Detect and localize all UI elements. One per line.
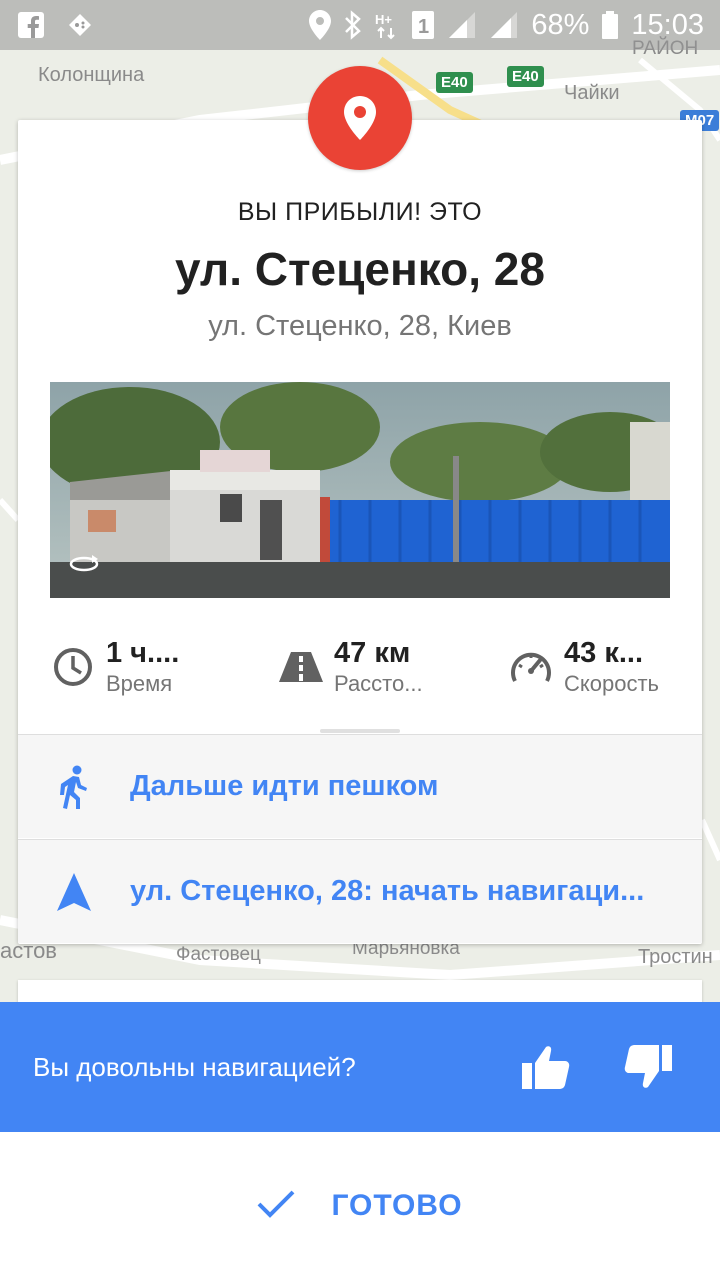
bluetooth-icon (343, 10, 363, 40)
status-bar: H+ 1 68% 15:03 (0, 0, 720, 50)
sim-badge-icon: 1 (411, 10, 435, 40)
stat-time: 1 ч.... Время (50, 636, 179, 698)
stat-speed-label: Скорость (564, 671, 660, 696)
stat-distance-value: 47 км (334, 637, 411, 669)
svg-text:1: 1 (418, 16, 429, 38)
facebook-icon (18, 12, 44, 38)
map-label: Чайки (564, 82, 620, 104)
map-label: Колонщина (38, 64, 145, 86)
done-bar: ГОТОВО (0, 1132, 720, 1280)
destination-title: ул. Стеценко, 28 (175, 243, 545, 295)
feedback-question: Вы довольны навигацией? (33, 1051, 356, 1082)
thumbs-down-button[interactable] (618, 1037, 678, 1097)
thumbs-up-button[interactable] (516, 1037, 576, 1097)
drag-handle[interactable] (320, 729, 400, 733)
street-view-photo[interactable] (50, 382, 670, 598)
arrived-heading: ВЫ ПРИБЫЛИ! ЭТО (237, 198, 483, 226)
clock-time: 15:03 (631, 8, 704, 41)
trip-stats: 1 ч.... Время 47 км Рассто... 43 к... Ск… (50, 636, 674, 700)
navigation-arrow-icon (18, 872, 130, 911)
stat-distance: 47 км Рассто... (278, 636, 423, 698)
stat-time-value: 1 ч.... (106, 637, 180, 669)
rotate-360-icon[interactable] (68, 552, 100, 576)
done-button[interactable]: ГОТОВО (257, 1189, 462, 1224)
destination-address: ул. Стеценко, 28, Киев (208, 310, 512, 342)
stat-time-label: Время (106, 671, 173, 696)
battery-icon (601, 10, 619, 40)
hplus-signal-icon: H+ (375, 10, 399, 40)
road-shield: E40 (436, 72, 473, 93)
continue-walking-label: Дальше идти пешком (130, 770, 439, 802)
speedometer-icon (508, 644, 554, 690)
signal-strength-icon (489, 10, 519, 40)
stat-speed: 43 к... Скорость (508, 636, 659, 698)
continue-walking-button[interactable]: Дальше идти пешком (18, 734, 702, 838)
map-label: Фастовец (176, 944, 261, 965)
stat-distance-label: Рассто... (334, 671, 423, 696)
start-navigation-button[interactable]: ул. Стеценко, 28: начать навигаци... (18, 839, 702, 943)
walking-person-icon (18, 765, 130, 809)
destination-pin-icon (308, 66, 412, 170)
stat-speed-value: 43 к... (564, 637, 643, 669)
thumbs-down-icon (624, 1045, 672, 1088)
game-controller-icon (66, 11, 94, 39)
done-label: ГОТОВО (331, 1189, 463, 1222)
navigation-feedback-bar: Вы довольны навигацией? (0, 1002, 720, 1132)
road-icon (278, 644, 324, 690)
checkmark-icon (257, 1189, 295, 1224)
clock-icon (50, 644, 96, 690)
road-shield: E40 (507, 66, 544, 87)
thumbs-up-icon (522, 1046, 570, 1089)
map-label: Тростин (638, 946, 713, 968)
signal-strength-icon (447, 10, 477, 40)
start-navigation-label: ул. Стеценко, 28: начать навигаци... (130, 875, 645, 907)
svg-text:H+: H+ (375, 12, 392, 27)
battery-percent: 68% (531, 8, 590, 41)
location-icon (309, 10, 332, 40)
